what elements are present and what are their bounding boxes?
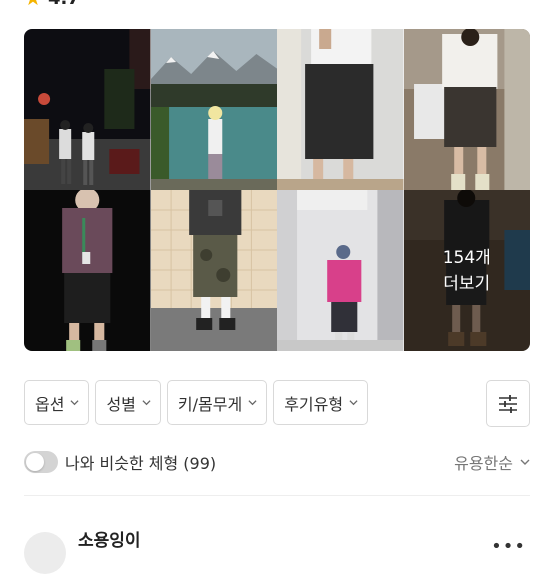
filter-label: 옵션 (35, 394, 65, 414)
avatar[interactable] (24, 532, 66, 574)
rating-summary: ★ 4.7 (24, 0, 80, 9)
review-photo-6[interactable] (150, 190, 277, 351)
review-filter-bar: 옵션 성별 키/몸무게 후기유형 (24, 380, 369, 427)
review-photo-4[interactable] (403, 29, 530, 190)
filter-gender-button[interactable]: 성별 (95, 380, 161, 425)
filter-option-button[interactable]: 옵션 (24, 380, 90, 425)
chevron-down-icon (142, 400, 151, 406)
review-photo-gallery: 154개 더보기 (24, 29, 530, 351)
similar-body-row: 나와 비슷한 체형 (99) 유용한순 (24, 449, 530, 475)
review-photo-3[interactable] (277, 29, 404, 190)
filter-label: 후기유형 (284, 394, 344, 414)
chevron-down-icon (349, 400, 358, 406)
review-photo-5[interactable] (24, 190, 151, 351)
chevron-down-icon (70, 400, 79, 406)
toggle-knob (26, 453, 44, 471)
similar-body-toggle[interactable] (24, 451, 58, 473)
filter-height-weight-button[interactable]: 키/몸무게 (166, 380, 268, 425)
similar-body-label: 나와 비슷한 체형 (99) (65, 454, 217, 473)
filter-settings-button[interactable] (486, 380, 530, 427)
more-photos-count: 154개 (442, 247, 491, 268)
sort-dropdown[interactable]: 유용한순 (454, 450, 530, 474)
star-icon: ★ (24, 0, 42, 8)
chevron-down-icon (248, 400, 257, 406)
review-photo-2[interactable] (150, 29, 277, 190)
reviewer-name: 소용잉이 (78, 531, 141, 551)
more-photos-overlay[interactable]: 154개 더보기 (403, 190, 530, 351)
filter-label: 키/몸무게 (177, 394, 243, 414)
review-photo-more[interactable]: 154개 더보기 (403, 190, 530, 351)
rating-value: 4.7 (48, 0, 80, 9)
review-item-header: 소용잉이 ••• (24, 526, 530, 574)
filter-review-type-button[interactable]: 후기유형 (273, 380, 369, 425)
more-photos-label: 더보기 (443, 273, 491, 294)
sliders-icon (499, 394, 517, 413)
review-photo-7[interactable] (277, 190, 404, 351)
chevron-down-icon (520, 459, 530, 465)
divider (24, 495, 530, 496)
review-photo-1[interactable] (24, 29, 151, 190)
sort-label: 유용한순 (454, 454, 513, 473)
filter-label: 성별 (106, 394, 136, 414)
